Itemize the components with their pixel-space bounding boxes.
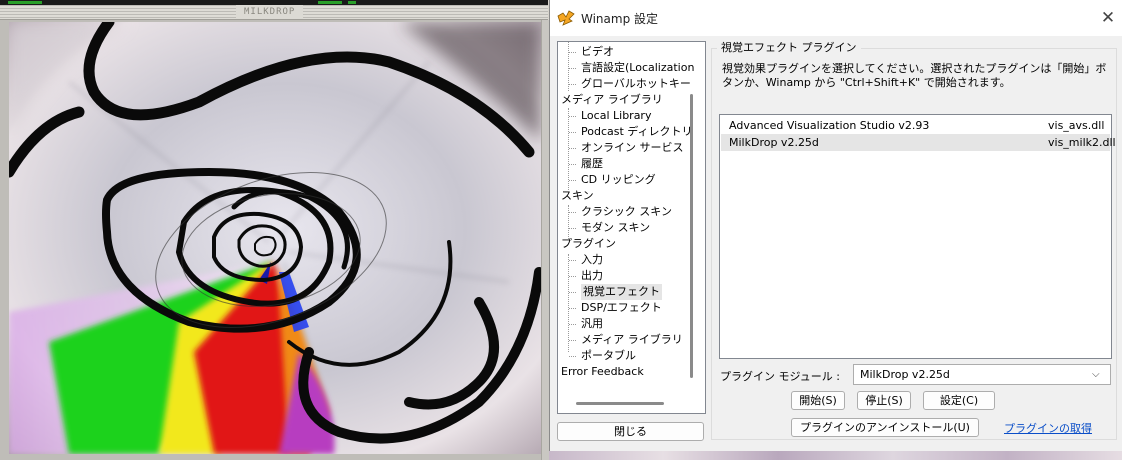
- winamp-bolt-icon: [557, 10, 575, 26]
- tree-connector: [569, 84, 576, 85]
- plugin-module-select[interactable]: MilkDrop v2.25d ⌵: [853, 364, 1111, 385]
- tree-item[interactable]: Error Feedback: [561, 364, 644, 380]
- settings-tree[interactable]: ビデオ 言語設定(Localization グローバルホットキー メディア ライブラリ…: [557, 41, 706, 414]
- tree-item[interactable]: クラシック スキン: [581, 204, 672, 220]
- tree-item[interactable]: メディア ライブラリ: [561, 92, 663, 108]
- start-button[interactable]: 開始(S): [791, 391, 845, 410]
- dialog-titlebar[interactable]: Winamp 設定 ✕: [550, 0, 1122, 36]
- tree-item[interactable]: オンライン サービス: [581, 140, 684, 156]
- tree-item[interactable]: CD リッピング: [581, 172, 656, 188]
- tree-item[interactable]: ビデオ: [581, 44, 614, 60]
- tree-connector: [569, 116, 576, 117]
- tree-connector: [569, 132, 576, 133]
- plugin-module-value: MilkDrop v2.25d: [860, 368, 950, 381]
- close-icon[interactable]: ✕: [1098, 8, 1118, 28]
- tree-connector: [569, 228, 576, 229]
- tree-item[interactable]: 汎用: [581, 316, 603, 332]
- chevron-down-icon: ⌵: [1092, 369, 1100, 380]
- tree-connector: [569, 180, 576, 181]
- tree-item[interactable]: Local Library: [581, 108, 651, 124]
- stop-button[interactable]: 停止(S): [857, 391, 911, 410]
- tree-item[interactable]: グローバルホットキー: [581, 76, 691, 92]
- plugin-module-label: プラグイン モジュール :: [720, 370, 840, 383]
- tree-item[interactable]: DSP/エフェクト: [581, 300, 662, 316]
- tree-item[interactable]: Podcast ディレクトリ: [581, 124, 693, 140]
- tree-connector: [569, 340, 576, 341]
- uninstall-plugin-button[interactable]: プラグインのアンインストール(U): [791, 418, 979, 437]
- plugin-name: MilkDrop v2.25d: [729, 136, 819, 149]
- tree-item[interactable]: 言語設定(Localization: [581, 60, 694, 76]
- tree-horizontal-scrollbar[interactable]: [576, 402, 664, 405]
- tree-item[interactable]: スキン: [561, 188, 594, 204]
- tree-connector: [569, 308, 576, 309]
- tree-item[interactable]: 出力: [581, 268, 603, 284]
- tree-connector: [569, 260, 576, 261]
- tree-item[interactable]: 視覚エフェクト: [581, 284, 662, 300]
- close-button[interactable]: 閉じる: [557, 422, 704, 441]
- tree-connector: [569, 324, 576, 325]
- plugin-name: Advanced Visualization Studio v2.93: [729, 119, 930, 132]
- dialog-title: Winamp 設定: [581, 12, 659, 26]
- tree-connector: [569, 212, 576, 213]
- milkdrop-titlebar[interactable]: MILKDROP: [0, 5, 548, 20]
- plugin-list[interactable]: Advanced Visualization Studio v2.93 vis_…: [719, 114, 1116, 359]
- tree-connector: [569, 164, 576, 165]
- tree-connector: [569, 52, 576, 53]
- tree-connector: [569, 356, 576, 357]
- plugin-description: 視覚効果プラグインを選択してください。選択されたプラグインは「開始」ボタンか、W…: [722, 62, 1107, 89]
- get-plugins-link[interactable]: プラグインの取得: [1004, 420, 1092, 436]
- plugin-file: vis_avs.dll: [1048, 119, 1105, 132]
- group-title: 視覚エフェクト プラグイン: [717, 41, 861, 55]
- tree-connector: [569, 292, 576, 293]
- settings-dialog: Winamp 設定 ✕ ビデオ 言語設定(Localization グローバルホット…: [549, 0, 1122, 451]
- tree-item[interactable]: ポータブル: [581, 348, 636, 364]
- tree-connector: [569, 148, 576, 149]
- visualization-image: [9, 22, 541, 454]
- milkdrop-frame-right[interactable]: [541, 20, 549, 460]
- tree-connector: [569, 276, 576, 277]
- milkdrop-title: MILKDROP: [236, 5, 304, 19]
- tree-item[interactable]: プラグイン: [561, 236, 616, 252]
- tree-item[interactable]: モダン スキン: [581, 220, 650, 236]
- config-button[interactable]: 設定(C): [923, 391, 995, 410]
- plugin-row-milkdrop[interactable]: MilkDrop v2.25d vis_milk2.dll: [721, 134, 1116, 151]
- tree-connector: [569, 68, 576, 69]
- plugin-row-avs[interactable]: Advanced Visualization Studio v2.93 vis_…: [721, 117, 1110, 134]
- milkdrop-window: MILKDROP: [0, 0, 549, 460]
- tree-vertical-scrollbar[interactable]: [690, 94, 693, 378]
- tree-item[interactable]: 入力: [581, 252, 603, 268]
- desktop-background-strip: [549, 451, 1122, 460]
- visualization-canvas[interactable]: [9, 22, 541, 454]
- tree-item[interactable]: メディア ライブラリ: [581, 332, 683, 348]
- tree-item[interactable]: 履歴: [581, 156, 603, 172]
- plugin-file: vis_milk2.dll: [1048, 136, 1116, 149]
